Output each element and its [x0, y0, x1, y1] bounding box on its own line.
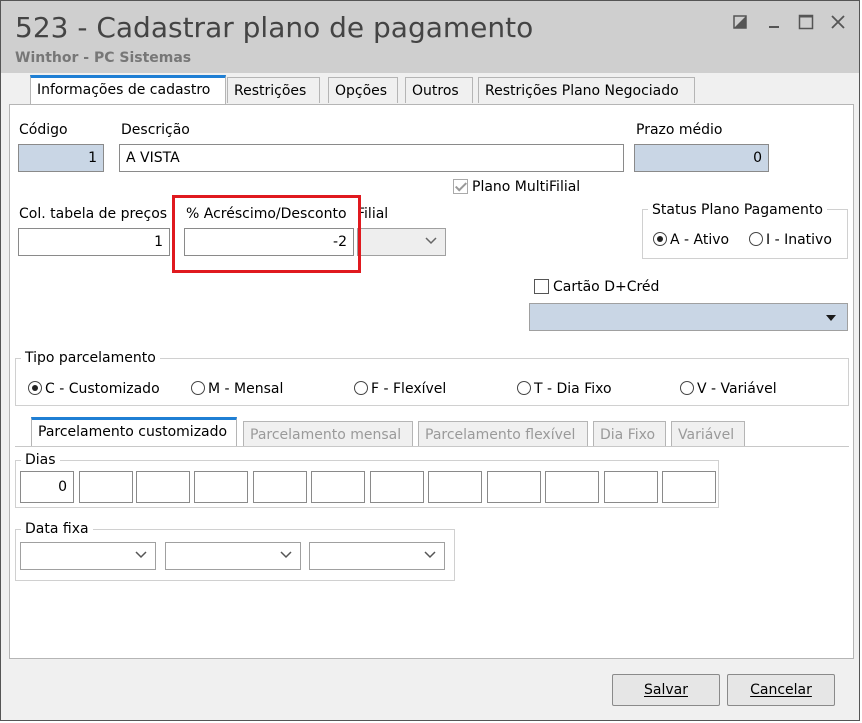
- radio-icon: [517, 381, 531, 395]
- dias-cell-1[interactable]: 0: [20, 471, 74, 503]
- acrescimo-highlight-box: [172, 195, 361, 273]
- tipo-variavel-label: V - Variável: [697, 381, 777, 397]
- subtab-divider: [15, 446, 849, 447]
- descricao-label: Descrição: [121, 122, 190, 138]
- dias-cell-9[interactable]: [487, 471, 541, 503]
- radio-icon: [354, 381, 368, 395]
- dias-cell-3[interactable]: [136, 471, 190, 503]
- maximize-icon[interactable]: [793, 9, 819, 35]
- data-fixa-label: Data fixa: [21, 521, 93, 537]
- dias-label: Dias: [21, 452, 60, 468]
- prazo-medio-label: Prazo médio: [636, 122, 723, 138]
- status-ativo-label: A - Ativo: [670, 232, 730, 248]
- chevron-down-icon: [425, 234, 437, 250]
- dias-cell-5[interactable]: [253, 471, 307, 503]
- chevron-down-icon: [424, 548, 436, 564]
- checkbox-icon: [534, 279, 549, 294]
- descricao-field[interactable]: A VISTA: [119, 144, 624, 172]
- tab-outros[interactable]: Outros: [405, 77, 473, 103]
- tipo-dia-fixo-radio[interactable]: T - Dia Fixo: [517, 381, 612, 397]
- col-tabela-field[interactable]: 1: [18, 228, 170, 256]
- title-bar: 523 - Cadastrar plano de pagamento Winth…: [1, 1, 859, 73]
- status-plano-label: Status Plano Pagamento: [648, 202, 827, 218]
- dias-cell-6[interactable]: [311, 471, 365, 503]
- data-fixa-select-3[interactable]: [309, 542, 445, 570]
- dias-cell-11[interactable]: [604, 471, 658, 503]
- filial-label: Filial: [357, 206, 389, 222]
- minimize-icon[interactable]: [761, 9, 787, 35]
- cartao-label: Cartão D+Créd: [553, 279, 660, 295]
- subtab-parcelamento-customizado[interactable]: Parcelamento customizado: [31, 417, 237, 446]
- window: 523 - Cadastrar plano de pagamento Winth…: [0, 0, 860, 721]
- status-inativo-label: I - Inativo: [766, 232, 832, 248]
- codigo-field[interactable]: 1: [18, 144, 104, 172]
- dias-cell-10[interactable]: [545, 471, 599, 503]
- subtab-variavel[interactable]: Variável: [671, 421, 745, 447]
- tab-informacoes-cadastro[interactable]: Informações de cadastro: [30, 75, 226, 104]
- save-button-label: Salvar: [644, 682, 688, 698]
- cartao-select[interactable]: [529, 303, 848, 331]
- radio-selected-icon: [653, 232, 667, 246]
- prazo-medio-field[interactable]: 0: [634, 144, 769, 172]
- dias-cell-7[interactable]: [370, 471, 424, 503]
- codigo-label: Código: [19, 122, 68, 138]
- status-inativo-radio[interactable]: I - Inativo: [749, 232, 832, 248]
- tipo-variavel-radio[interactable]: V - Variável: [680, 381, 777, 397]
- tipo-mensal-radio[interactable]: M - Mensal: [191, 381, 283, 397]
- tipo-flexivel-label: F - Flexível: [371, 381, 447, 397]
- tipo-parcelamento-label: Tipo parcelamento: [21, 350, 160, 366]
- plano-multifilial-label: Plano MultiFilial: [472, 179, 581, 195]
- tipo-customizado-label: C - Customizado: [45, 381, 160, 397]
- main-tabs: Informações de cadastro Restrições Opçõe…: [9, 75, 851, 105]
- close-icon[interactable]: [825, 9, 851, 35]
- cartao-checkbox[interactable]: Cartão D+Créd: [534, 279, 659, 295]
- tipo-flexivel-radio[interactable]: F - Flexível: [354, 381, 446, 397]
- caret-down-icon: [825, 311, 837, 327]
- col-tabela-label: Col. tabela de preços: [19, 206, 168, 222]
- data-fixa-select-2[interactable]: [165, 542, 301, 570]
- chevron-down-icon: [135, 548, 147, 564]
- tipo-dia-fixo-label: T - Dia Fixo: [534, 381, 612, 397]
- window-title: 523 - Cadastrar plano de pagamento: [15, 11, 534, 44]
- radio-icon: [191, 381, 205, 395]
- dias-cell-4[interactable]: [194, 471, 248, 503]
- subtab-parcelamento-mensal[interactable]: Parcelamento mensal: [243, 421, 413, 447]
- data-fixa-select-1[interactable]: [20, 542, 156, 570]
- radio-selected-icon: [28, 381, 42, 395]
- status-ativo-radio[interactable]: A - Ativo: [653, 232, 729, 248]
- subtab-dia-fixo[interactable]: Dia Fixo: [593, 421, 666, 447]
- radio-icon: [749, 232, 763, 246]
- subtab-parcelamento-flexivel[interactable]: Parcelamento flexível: [418, 421, 588, 447]
- tipo-customizado-radio[interactable]: C - Customizado: [28, 381, 160, 397]
- dias-cell-2[interactable]: [79, 471, 133, 503]
- radio-icon: [680, 381, 694, 395]
- tab-restricoes[interactable]: Restrições: [227, 77, 320, 103]
- cancel-button[interactable]: Cancelar: [727, 674, 835, 706]
- tab-opcoes[interactable]: Opções: [328, 77, 398, 103]
- checkbox-checked-icon: [453, 179, 468, 194]
- tipo-mensal-label: M - Mensal: [208, 381, 284, 397]
- tab-restricoes-plano-negociado[interactable]: Restrições Plano Negociado: [478, 77, 695, 103]
- window-subtitle: Winthor - PC Sistemas: [15, 50, 192, 66]
- cancel-button-label: Cancelar: [750, 682, 812, 698]
- dias-cell-12[interactable]: [662, 471, 716, 503]
- save-button[interactable]: Salvar: [612, 674, 720, 706]
- filial-select[interactable]: [357, 228, 446, 256]
- dias-cell-8[interactable]: [428, 471, 482, 503]
- restore-icon[interactable]: [727, 9, 753, 35]
- plano-multifilial-checkbox[interactable]: Plano MultiFilial: [453, 179, 580, 195]
- chevron-down-icon: [280, 548, 292, 564]
